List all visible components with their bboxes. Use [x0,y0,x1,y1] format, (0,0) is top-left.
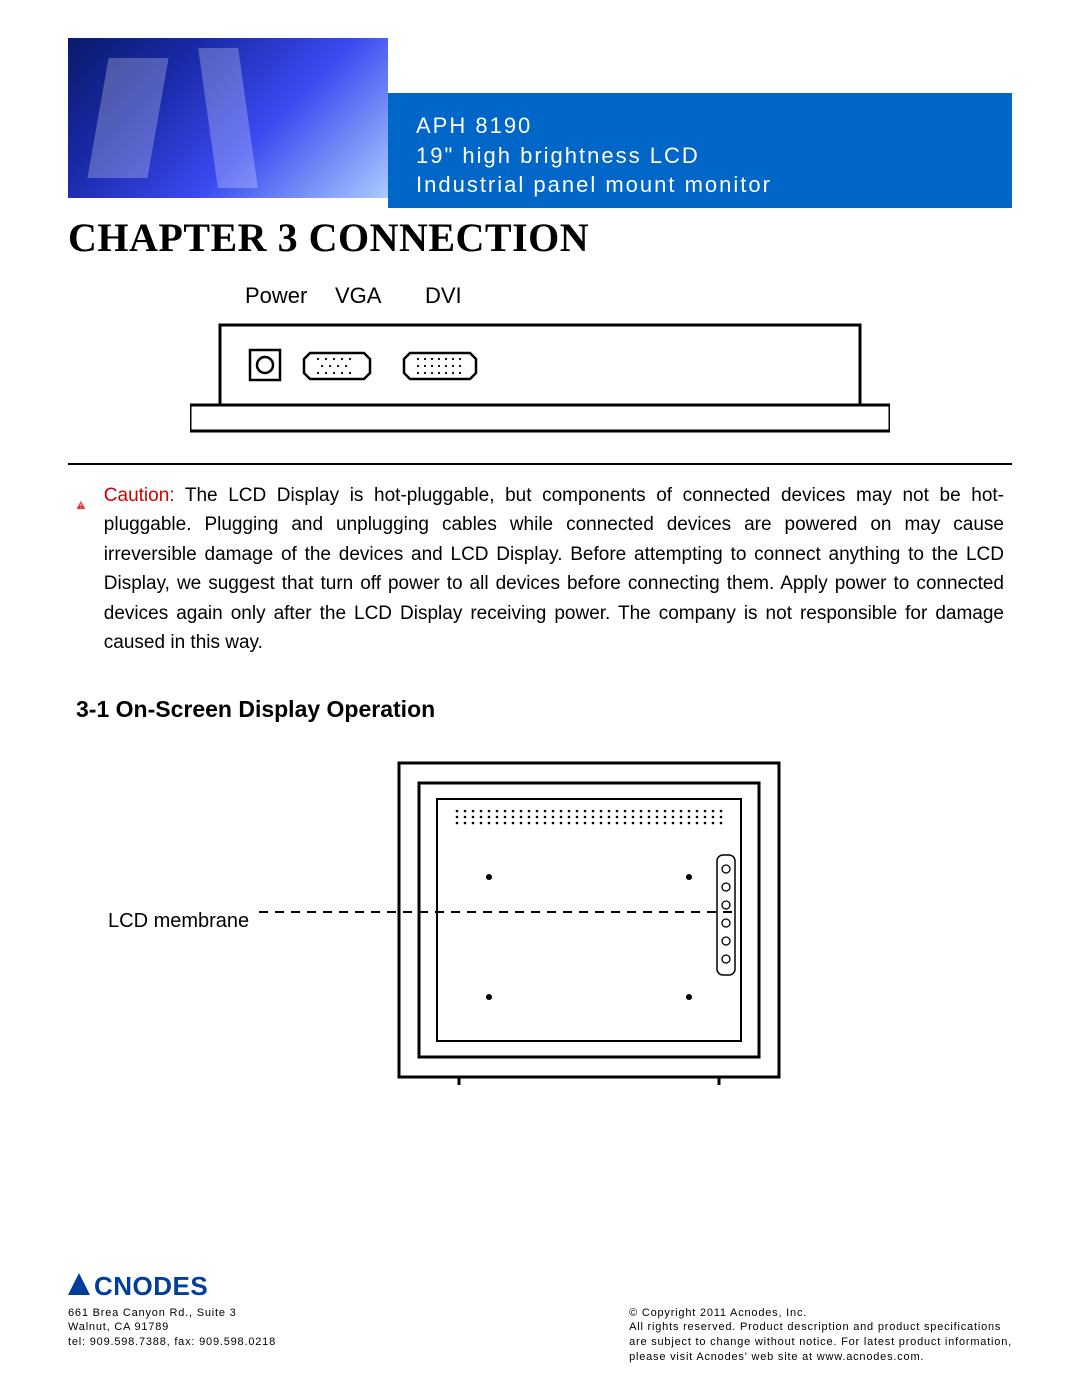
product-desc-2: Industrial panel mount monitor [416,170,1012,200]
page-footer: CNODES 661 Brea Canyon Rd., Suite 3 Waln… [68,1271,1012,1365]
port-label-dvi: DVI [425,285,462,308]
footer-address-line2: Walnut, CA 91789 [68,1320,276,1335]
caution-body: The LCD Display is hot-pluggable, but co… [104,485,1004,653]
caution-text: Caution: The LCD Display is hot-pluggabl… [104,481,1004,658]
footer-rights-3: please visit Acnodes' web site at www.ac… [629,1350,1012,1365]
front-diagram-area: LCD membrane [68,757,1012,1087]
header-banner: APH 8190 19" high brightness LCD Industr… [68,38,1012,208]
lcd-membrane-label: LCD membrane [108,910,249,933]
brand-logo-text: CNODES [94,1271,208,1302]
caution-block: Caution: The LCD Display is hot-pluggabl… [68,475,1012,658]
port-label-power: Power [245,285,307,308]
brand-logo: CNODES [68,1271,1012,1302]
banner-title-block: APH 8190 19" high brightness LCD Industr… [388,93,1012,208]
ports-diagram: Power VGA DVI [190,285,890,445]
footer-rights-2: are subject to change without notice. Fo… [629,1335,1012,1350]
chapter-heading: CHAPTER 3 CONNECTION [68,214,1012,261]
footer-legal: © Copyright 2011 Acnodes, Inc. All right… [629,1306,1012,1365]
brand-logo-icon [68,1273,90,1295]
footer-address-line3: tel: 909.598.7388, fax: 909.598.0218 [68,1335,276,1350]
footer-address: 661 Brea Canyon Rd., Suite 3 Walnut, CA … [68,1306,276,1365]
product-model: APH 8190 [416,111,1012,141]
divider-line [68,463,1012,465]
warning-icon [76,481,86,529]
port-label-vga: VGA [335,285,382,308]
product-desc-1: 19" high brightness LCD [416,141,1012,171]
footer-address-line1: 661 Brea Canyon Rd., Suite 3 [68,1306,276,1321]
monitor-front-diagram [259,757,899,1087]
caution-label: Caution: [104,485,175,506]
footer-copyright: © Copyright 2011 Acnodes, Inc. [629,1306,1012,1321]
footer-rights-1: All rights reserved. Product description… [629,1320,1012,1335]
banner-circuit-image [68,38,388,198]
section-3-1-heading: 3-1 On-Screen Display Operation [68,696,1012,723]
